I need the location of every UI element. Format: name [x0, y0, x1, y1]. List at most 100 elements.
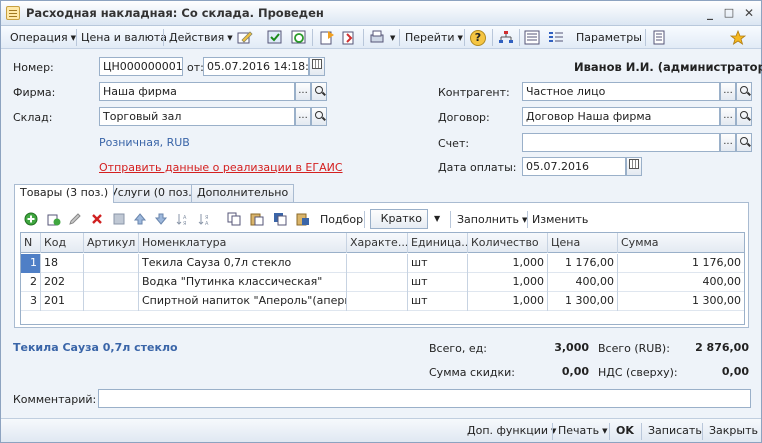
contract-open-button[interactable] [736, 107, 752, 126]
fill-menu[interactable]: Заполнить ▼ [457, 213, 527, 226]
column-header[interactable]: N [21, 233, 41, 253]
price-cell[interactable]: 1 176,00 [548, 254, 618, 273]
sort-asc-icon[interactable]: AЯ [176, 212, 190, 226]
save-button[interactable]: Записать [648, 424, 702, 437]
column-header[interactable]: Номенклатура [139, 233, 347, 253]
table-row[interactable]: 2 202 Водка "Путинка классическая" шт 1,… [21, 273, 744, 292]
print-dropdown[interactable]: ▼ [387, 29, 395, 46]
unit-cell[interactable]: шт [408, 292, 468, 311]
extra-functions-menu[interactable]: Доп. функции ▼ [467, 424, 556, 437]
copy-icon[interactable] [227, 212, 241, 226]
calendar-button[interactable] [309, 57, 325, 76]
qty-cell[interactable]: 1,000 [468, 292, 548, 311]
structure-icon[interactable] [341, 30, 357, 45]
column-header[interactable]: Артикул [84, 233, 139, 253]
sum-cell[interactable]: 400,00 [618, 273, 744, 292]
column-header[interactable]: Код [41, 233, 84, 253]
hierarchy-icon[interactable] [498, 30, 514, 45]
post-icon[interactable] [267, 30, 283, 45]
code-cell[interactable]: 202 [41, 273, 84, 292]
account-select-button[interactable]: ... [720, 133, 736, 152]
paste-icon[interactable] [250, 212, 264, 226]
character-cell[interactable] [347, 254, 408, 273]
account-open-button[interactable] [736, 133, 752, 152]
paydate-field[interactable]: 05.07.2016 [522, 157, 626, 176]
contractor-open-button[interactable] [736, 82, 752, 101]
minimize-button[interactable]: _ [701, 5, 719, 22]
move-up-icon[interactable] [133, 212, 147, 226]
article-cell[interactable] [84, 273, 139, 292]
name-cell[interactable]: Текила Сауза 0,7л стекло [139, 254, 347, 273]
help-icon[interactable]: ? [470, 30, 486, 46]
firm-field[interactable]: Наша фирма [99, 82, 295, 101]
maximize-button[interactable]: □ [720, 5, 738, 22]
price-cell[interactable]: 1 300,00 [548, 292, 618, 311]
print-menu[interactable]: Печать ▼ [558, 424, 608, 437]
contractor-field[interactable]: Частное лицо [522, 82, 720, 101]
table-row[interactable]: 3 201 Спиртной напиток "Апероль"(аперити… [21, 292, 744, 311]
account-field[interactable] [522, 133, 720, 152]
price-type-link[interactable]: Розничная, RUB [99, 136, 190, 149]
name-cell[interactable]: Водка "Путинка классическая" [139, 273, 347, 292]
number-field[interactable]: ЦН000000001 [99, 57, 183, 76]
print-icon[interactable] [369, 30, 385, 45]
contract-field[interactable]: Договор Наша фирма [522, 107, 720, 126]
edit-icon[interactable] [237, 30, 253, 45]
refresh-icon[interactable] [291, 30, 307, 45]
tab-services[interactable]: Услуги (0 поз.) [105, 184, 203, 202]
column-header[interactable]: Характе... [347, 233, 408, 253]
price-cell[interactable]: 400,00 [548, 273, 618, 292]
article-cell[interactable] [84, 254, 139, 273]
contract-select-button[interactable]: ... [720, 107, 736, 126]
table-row[interactable]: 1 18 Текила Сауза 0,7л стекло шт 1,000 1… [21, 254, 744, 273]
code-cell[interactable]: 201 [41, 292, 84, 311]
comment-field[interactable] [98, 389, 751, 408]
copy-row-icon[interactable] [47, 212, 61, 226]
goto-menu[interactable]: Перейти ▼ [405, 29, 463, 46]
unit-cell[interactable]: шт [408, 254, 468, 273]
article-cell[interactable] [84, 292, 139, 311]
paste-special-icon[interactable] [273, 212, 287, 226]
parameters-button[interactable]: Параметры [576, 29, 642, 46]
actions-menu[interactable]: Действия ▼ [169, 29, 233, 46]
contractor-select-button[interactable]: ... [720, 82, 736, 101]
view-mode-dropdown[interactable]: ▼ [434, 214, 440, 223]
price-currency-button[interactable]: Цена и валюта [81, 29, 167, 46]
date-field[interactable]: 05.07.2016 14:18:48 [203, 57, 309, 76]
report-icon[interactable] [651, 30, 667, 45]
operation-menu[interactable]: Операция ▼ [10, 29, 76, 46]
tab-additional[interactable]: Дополнительно [191, 184, 295, 202]
sum-cell[interactable]: 1 176,00 [618, 254, 744, 273]
qty-cell[interactable]: 1,000 [468, 273, 548, 292]
close-window-button[interactable]: ✕ [740, 5, 758, 22]
ok-button[interactable]: OK [616, 424, 634, 437]
favorite-star-icon[interactable] [730, 30, 746, 45]
add-row-icon[interactable] [24, 212, 38, 226]
end-edit-icon[interactable] [112, 212, 126, 226]
tab-goods[interactable]: Товары (3 поз.) [14, 184, 115, 203]
warehouse-select-button[interactable]: ... [295, 107, 311, 126]
code-cell[interactable]: 18 [41, 254, 84, 273]
goods-table[interactable]: N Код Артикул Номенклатура Характе... Ед… [20, 232, 745, 325]
unit-cell[interactable]: шт [408, 273, 468, 292]
move-down-icon[interactable] [154, 212, 168, 226]
create-based-on-icon[interactable] [319, 30, 335, 45]
sort-desc-icon[interactable]: ЯA [198, 212, 212, 226]
name-cell[interactable]: Спиртной напиток "Апероль"(аперитив) [139, 292, 347, 311]
pick-button[interactable]: Подбор [320, 213, 363, 226]
close-button[interactable]: Закрыть [709, 424, 758, 437]
column-header[interactable]: Единица... [408, 233, 468, 253]
column-header[interactable]: Цена [548, 233, 618, 253]
sum-cell[interactable]: 1 300,00 [618, 292, 744, 311]
change-button[interactable]: Изменить [532, 213, 588, 226]
warehouse-field[interactable]: Торговый зал [99, 107, 295, 126]
column-header[interactable]: Количество [468, 233, 548, 253]
character-cell[interactable] [347, 292, 408, 311]
paydate-calendar-button[interactable] [626, 157, 642, 176]
view-mode-button[interactable]: Кратко [370, 209, 428, 229]
firm-select-button[interactable]: ... [295, 82, 311, 101]
delete-row-icon[interactable] [90, 212, 104, 226]
list-view-icon[interactable] [524, 30, 540, 45]
character-cell[interactable] [347, 273, 408, 292]
settings-list-icon[interactable] [548, 30, 564, 45]
